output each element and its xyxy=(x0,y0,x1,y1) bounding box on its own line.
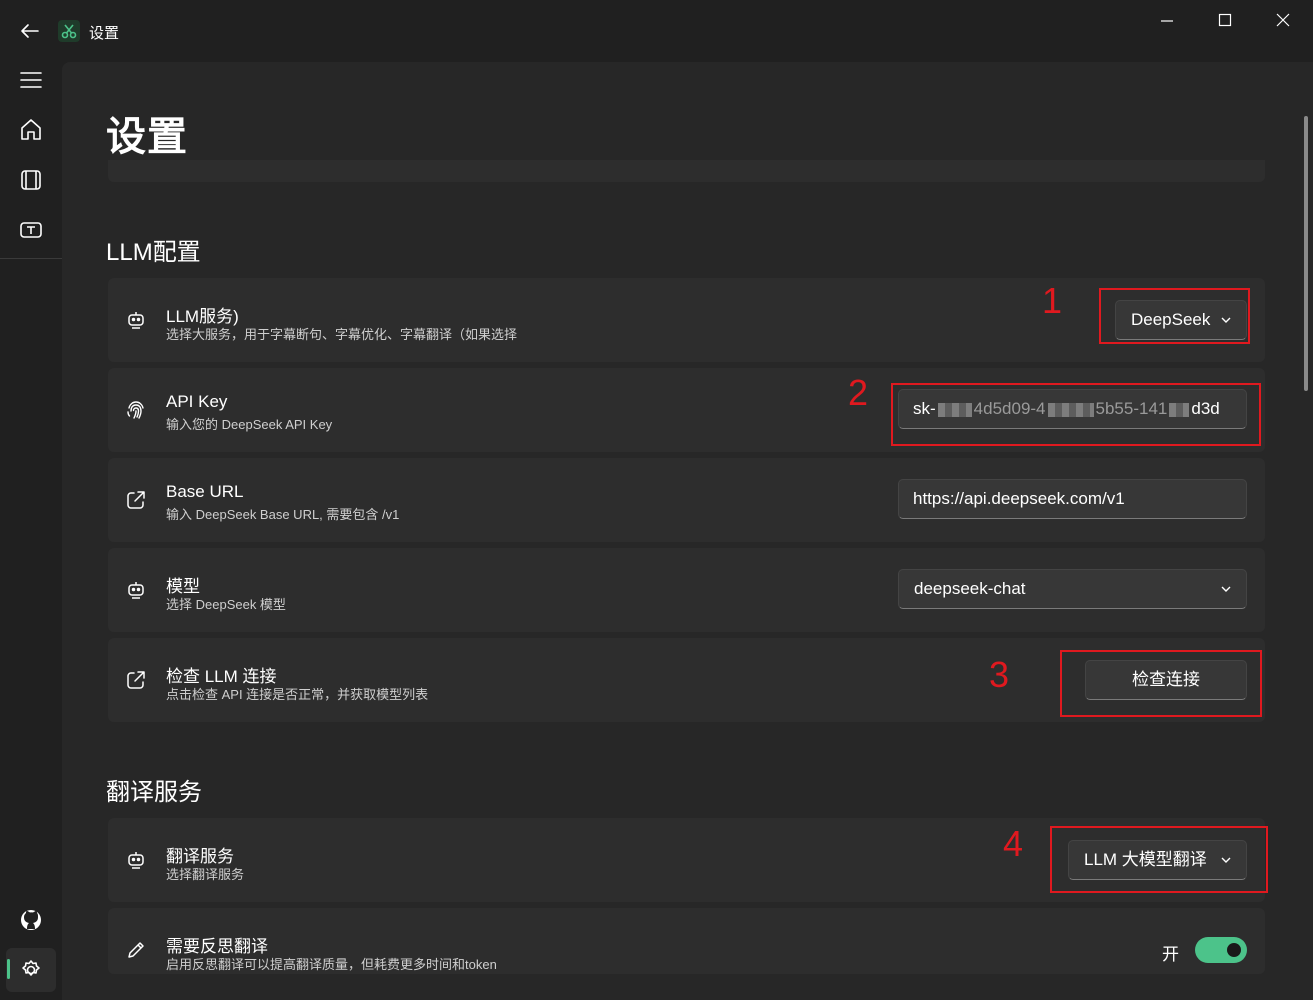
annotation-box-2 xyxy=(891,383,1261,446)
annotation-box-1 xyxy=(1099,288,1250,344)
reflect-toggle[interactable] xyxy=(1195,937,1247,963)
model-dropdown[interactable]: deepseek-chat xyxy=(898,569,1247,609)
subtitle-icon[interactable] xyxy=(16,215,46,245)
annotation-number-1: 1 xyxy=(1042,280,1063,321)
reflect-desc: 启用反思翻译可以提高翻译质量，但耗费更多时间和token xyxy=(166,957,497,972)
api-key-title: API Key xyxy=(166,392,228,411)
reflect-state-label: 开 xyxy=(1162,945,1179,964)
previous-card-edge xyxy=(108,160,1265,182)
github-icon[interactable] xyxy=(16,905,46,935)
video-icon[interactable] xyxy=(16,165,46,195)
robot-icon xyxy=(124,308,148,332)
window-title: 设置 xyxy=(89,25,120,42)
base-url-desc: 输入 DeepSeek Base URL, 需要包含 /v1 xyxy=(166,507,400,522)
annotation-number-3: 3 xyxy=(989,654,1010,695)
robot-icon xyxy=(124,578,148,602)
maximize-icon[interactable] xyxy=(1210,8,1240,34)
app-logo-icon xyxy=(58,20,80,42)
card-reflect-translation: 需要反思翻译 启用反思翻译可以提高翻译质量，但耗费更多时间和token xyxy=(108,908,1265,974)
robot-icon xyxy=(124,848,148,872)
llm-service-desc: 选择大服务，用于字幕断句、字幕优化、字幕翻译（如果选择 xyxy=(166,327,518,342)
model-value: deepseek-chat xyxy=(914,579,1026,598)
chevron-down-icon xyxy=(1220,583,1232,595)
card-llm-service: LLM服务) 选择大服务，用于字幕断句、字幕优化、字幕翻译（如果选择 xyxy=(108,278,1265,362)
nav-active-indicator xyxy=(7,959,10,979)
menu-icon[interactable] xyxy=(16,65,46,95)
home-icon[interactable] xyxy=(16,115,46,145)
title-bar: 设置 xyxy=(0,0,1313,60)
annotation-box-4 xyxy=(1050,826,1268,893)
minimize-icon[interactable] xyxy=(1152,8,1182,34)
annotation-number-2: 2 xyxy=(848,372,869,413)
section-title-translate: 翻译服务 xyxy=(106,779,202,806)
scrollbar[interactable] xyxy=(1304,116,1308,391)
fingerprint-icon xyxy=(124,398,148,422)
external-link-icon xyxy=(124,668,148,692)
section-title-llm: LLM配置 xyxy=(106,239,201,266)
page-title: 设置 xyxy=(106,115,188,159)
settings-gear-icon[interactable] xyxy=(16,955,46,985)
model-desc: 选择 DeepSeek 模型 xyxy=(166,597,286,612)
check-desc: 点击检查 API 连接是否正常，并获取模型列表 xyxy=(166,687,429,702)
translate-service-desc: 选择翻译服务 xyxy=(166,867,245,882)
nav-divider xyxy=(0,258,62,259)
external-link-icon xyxy=(124,488,148,512)
annotation-box-3 xyxy=(1060,650,1262,717)
base-url-input[interactable]: https://api.deepseek.com/v1 xyxy=(898,479,1247,519)
api-key-desc: 输入您的 DeepSeek API Key xyxy=(166,417,333,432)
back-arrow-icon[interactable] xyxy=(18,19,42,43)
base-url-title: Base URL xyxy=(166,482,244,501)
close-icon[interactable] xyxy=(1268,8,1298,34)
toggle-knob xyxy=(1227,943,1241,957)
annotation-number-4: 4 xyxy=(1003,823,1024,864)
pencil-icon xyxy=(124,938,148,962)
